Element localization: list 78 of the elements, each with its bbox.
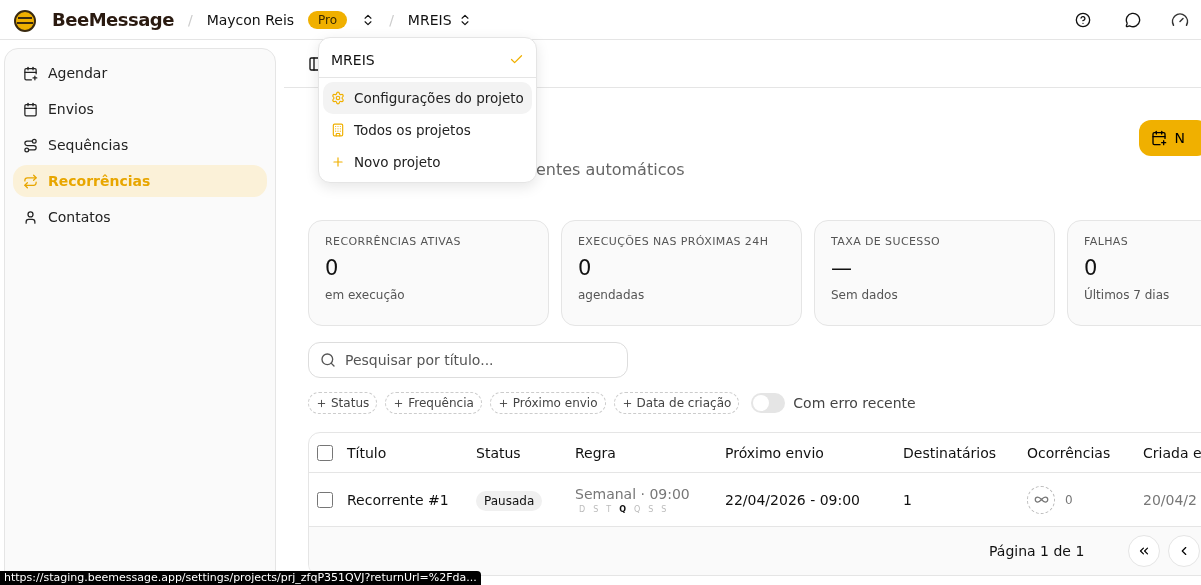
plus-icon xyxy=(331,155,345,169)
select-all-checkbox[interactable] xyxy=(317,444,333,461)
weekday-letter: D xyxy=(579,504,586,514)
column-header[interactable]: Status xyxy=(476,444,575,461)
breadcrumb-separator: / xyxy=(389,11,394,28)
gauge-icon[interactable] xyxy=(1171,10,1189,29)
stat-label: RECORRÊNCIAS ATIVAS xyxy=(325,235,462,248)
plus-icon xyxy=(621,397,633,409)
repeat-icon xyxy=(23,173,38,189)
page-subtitle: entes automáticos xyxy=(536,160,685,179)
stat-value: 0 xyxy=(1084,256,1099,280)
organization-name[interactable]: Maycon Reis xyxy=(206,11,295,28)
plus-icon xyxy=(393,397,405,409)
new-button[interactable]: N xyxy=(1138,120,1201,156)
sidebar-item[interactable]: Sequências xyxy=(13,129,267,161)
column-header[interactable]: Regra xyxy=(575,444,725,461)
toggle-label: Com erro recente xyxy=(793,395,916,411)
logo-text: BeeMessage xyxy=(52,9,174,30)
menu-item[interactable]: Configurações do projeto xyxy=(323,82,532,114)
stat-value: 0 xyxy=(325,256,340,280)
plus-icon xyxy=(497,397,509,409)
menu-item[interactable]: MREIS xyxy=(331,51,375,68)
stat-label: TAXA DE SUCESSO xyxy=(831,235,942,248)
filter-chip[interactable]: Status xyxy=(308,392,378,414)
row-checkbox[interactable] xyxy=(317,491,333,508)
status-badge: Pausada xyxy=(476,491,543,511)
column-header[interactable]: Destinatários xyxy=(903,444,1027,461)
sidebar-item[interactable]: Envios xyxy=(13,93,267,125)
weekday-letter: S xyxy=(648,504,654,514)
weekday-letter: Q xyxy=(633,504,641,514)
stat-value: — xyxy=(831,256,853,280)
weekday-letter: S xyxy=(661,504,667,514)
menu-item[interactable]: Todos os projetos xyxy=(323,114,532,146)
calendar-icon xyxy=(23,101,38,117)
settings-icon xyxy=(331,91,345,105)
sidebar-item[interactable]: Contatos xyxy=(13,201,267,233)
plan-badge: Pro xyxy=(308,10,348,29)
route-icon xyxy=(23,137,38,153)
filter-chip[interactable]: Frequência xyxy=(385,392,482,414)
stat-value: 0 xyxy=(578,256,593,280)
first-page-button[interactable] xyxy=(1128,535,1161,567)
stat-label: EXECUÇÕES NAS PRÓXIMAS 24H xyxy=(578,235,770,248)
table-cell-text: 1 xyxy=(903,491,913,508)
column-header[interactable]: Criada e xyxy=(1143,444,1201,461)
stat-caption: Últimos 7 dias xyxy=(1084,288,1171,302)
weekday-letter: T xyxy=(606,504,612,514)
filter-chip[interactable]: Próximo envio xyxy=(489,392,606,414)
stat-caption: em execução xyxy=(325,288,406,302)
filter-chip[interactable]: Data de criação xyxy=(613,392,740,414)
pagination-label: Página 1 de 1 xyxy=(989,543,1085,559)
search-icon xyxy=(320,352,336,368)
schedule-rule: Semanal · 09:00 xyxy=(575,485,691,502)
project-name[interactable]: MREIS xyxy=(407,11,452,28)
plus-icon xyxy=(316,397,327,409)
stat-label: FALHAS xyxy=(1084,235,1130,248)
table-cell-text: 22/04/2026 - 09:00 xyxy=(725,491,861,508)
user-icon xyxy=(23,209,38,225)
weekday-letter: Q xyxy=(619,504,626,514)
link-preview-url: https://staging.beemessage.app/settings/projects/prj_zfqP351QVJ?returnUrl=%2Fda... xyxy=(0,571,481,585)
column-header[interactable]: Título xyxy=(347,444,476,461)
table-cell: 0 xyxy=(1065,492,1073,507)
table-cell-text: Recorrente #1 xyxy=(347,491,450,508)
breadcrumb-separator: / xyxy=(187,11,193,28)
chat-bubble-icon[interactable] xyxy=(1125,11,1141,28)
toggle-switch[interactable] xyxy=(751,393,786,413)
calendar-plus-icon xyxy=(1150,130,1167,146)
stat-caption: Sem dados xyxy=(831,288,899,302)
column-header[interactable]: Próximo envio xyxy=(725,444,903,461)
weekday-letter: S xyxy=(593,504,599,514)
calendar-plus-icon xyxy=(23,65,38,81)
sidebar-item[interactable]: Agendar xyxy=(13,57,267,89)
stat-caption: agendadas xyxy=(578,288,646,302)
table-cell-text: 20/04/2 xyxy=(1143,491,1198,508)
search-field[interactable]: Pesquisar por título... xyxy=(308,342,628,378)
column-header[interactable]: Ocorrências xyxy=(1027,444,1143,461)
help-icon[interactable] xyxy=(1075,11,1091,28)
building-icon xyxy=(331,123,345,137)
menu-item[interactable]: Novo projeto xyxy=(323,146,532,178)
